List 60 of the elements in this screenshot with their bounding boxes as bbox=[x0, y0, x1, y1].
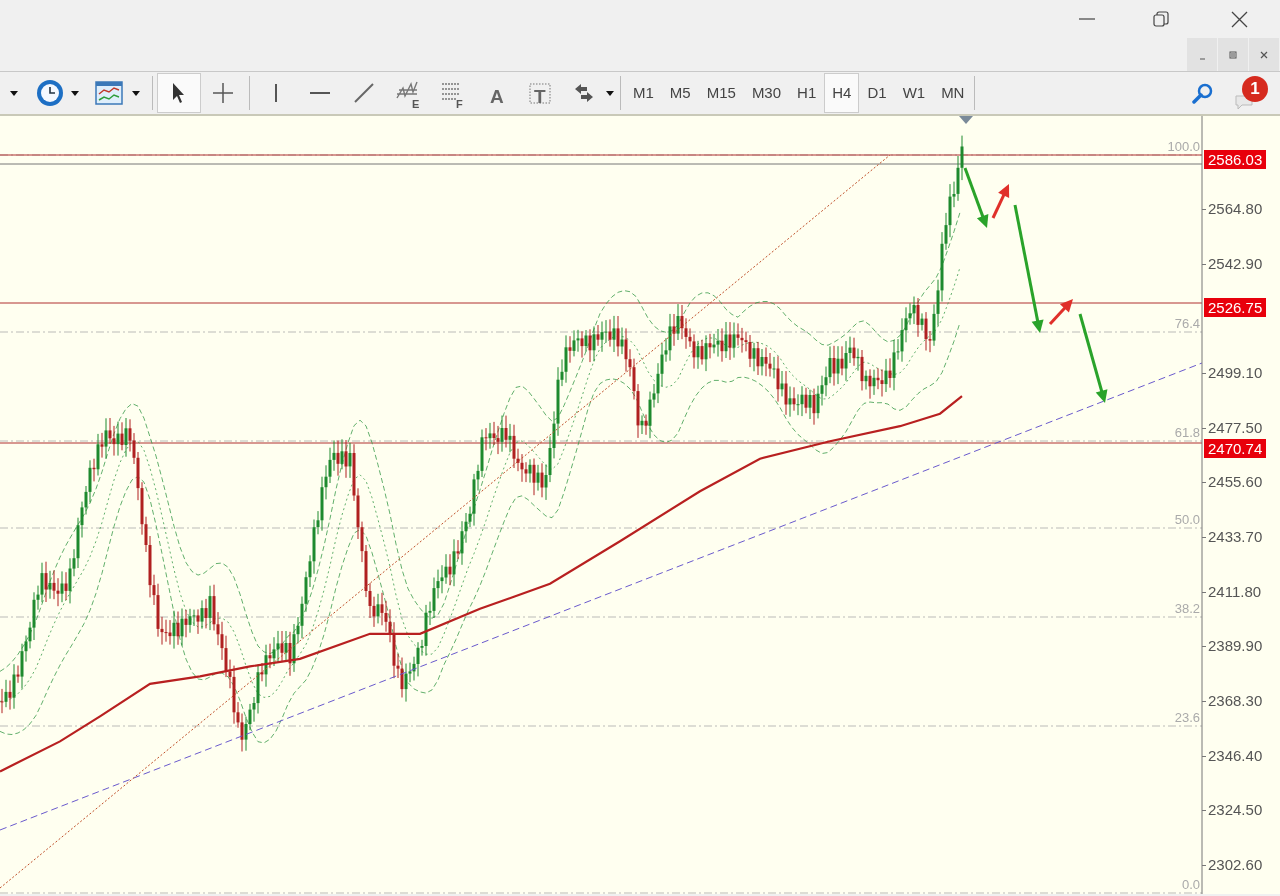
price-axis-label: 2433.70 bbox=[1208, 528, 1263, 544]
tool-letter: E bbox=[412, 97, 420, 112]
timeframe-button[interactable]: H1 bbox=[789, 73, 825, 113]
price-tag: 2470.74 bbox=[1204, 439, 1267, 458]
price-axis-label: 2389.90 bbox=[1208, 638, 1263, 654]
elliott-wave-tool-button[interactable]: E bbox=[386, 73, 430, 113]
tool-letter: A bbox=[490, 85, 504, 109]
price-axis-label: 2302.60 bbox=[1208, 856, 1263, 872]
price-axis-label: 2542.90 bbox=[1208, 255, 1263, 271]
price-axis-label: 2564.80 bbox=[1208, 201, 1263, 216]
price-axis-label: 2455.60 bbox=[1208, 474, 1263, 490]
minimize-icon bbox=[1199, 57, 1205, 60]
price-axis-label: 2346.40 bbox=[1208, 747, 1263, 763]
timeframe-button[interactable]: D1 bbox=[859, 73, 895, 113]
price-axis-label: 2499.10 bbox=[1208, 364, 1263, 380]
fibonacci-level-label: 0.0 bbox=[1181, 878, 1200, 891]
close-icon bbox=[1259, 49, 1269, 60]
price-axis-label: 2368.30 bbox=[1208, 692, 1263, 708]
restore-icon bbox=[1228, 49, 1238, 60]
notification-badge: 1 bbox=[1242, 76, 1268, 102]
caret-icon[interactable] bbox=[606, 90, 614, 96]
text-label-icon bbox=[527, 80, 553, 106]
timeframe-button[interactable]: M15 bbox=[698, 73, 744, 113]
price-tag: 2526.75 bbox=[1204, 298, 1267, 317]
fibonacci-level-label: 23.6 bbox=[1174, 711, 1200, 724]
tool-letter: T bbox=[534, 85, 546, 109]
fibonacci-level-label: 61.8 bbox=[1174, 426, 1200, 439]
down-arrow bbox=[963, 167, 989, 228]
caret-icon[interactable] bbox=[71, 90, 79, 96]
up-arrow bbox=[991, 184, 1010, 219]
timeframe-button[interactable]: M1 bbox=[625, 73, 662, 113]
search-icon[interactable] bbox=[1192, 82, 1214, 104]
crosshair-icon bbox=[210, 80, 236, 106]
up-arrow bbox=[1048, 299, 1073, 325]
timeframe-button[interactable]: M5 bbox=[661, 73, 699, 113]
caret-icon[interactable] bbox=[132, 90, 140, 96]
price-axis-label: 2411.80 bbox=[1208, 583, 1262, 599]
close-icon[interactable] bbox=[1231, 10, 1248, 28]
timeframe-button[interactable]: M30 bbox=[743, 73, 790, 113]
tool-letter: F bbox=[456, 97, 463, 112]
timeframe-button[interactable]: MN bbox=[933, 73, 973, 113]
price-tag: 2586.03 bbox=[1204, 150, 1267, 169]
timeframe-button[interactable]: H4 bbox=[824, 73, 860, 113]
fibonacci-level-label: 100.0 bbox=[1167, 140, 1200, 153]
caret-icon[interactable] bbox=[10, 90, 18, 96]
fibonacci-lines-tool-button[interactable]: F bbox=[430, 73, 474, 113]
price-axis-label: 2477.50 bbox=[1208, 419, 1263, 435]
fibonacci-level-label: 50.0 bbox=[1174, 513, 1200, 526]
horizontal-line-icon bbox=[310, 92, 330, 94]
indicator-chart-icon[interactable] bbox=[95, 81, 123, 105]
cursor-tool-button[interactable] bbox=[157, 73, 201, 113]
text-tool-tool-button[interactable]: A bbox=[474, 73, 518, 113]
restore-icon[interactable] bbox=[1153, 11, 1169, 27]
timeframe-button[interactable]: W1 bbox=[894, 73, 934, 113]
fibonacci-level-label: 76.4 bbox=[1174, 317, 1200, 330]
vertical-line-icon bbox=[275, 84, 277, 102]
text-label-tool-button[interactable]: T bbox=[518, 73, 562, 113]
clock-icon[interactable] bbox=[36, 79, 64, 107]
price-axis-label: 2324.50 bbox=[1208, 802, 1263, 818]
fibonacci-level-label: 38.2 bbox=[1174, 602, 1200, 615]
